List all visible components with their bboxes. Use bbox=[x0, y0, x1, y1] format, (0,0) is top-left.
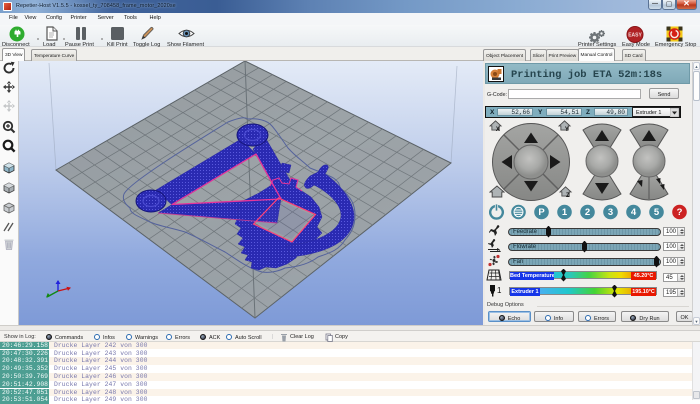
svg-text:1: 1 bbox=[497, 286, 502, 295]
svg-text:1: 1 bbox=[562, 207, 568, 218]
svg-text:EASY: EASY bbox=[628, 33, 642, 39]
svg-text:4: 4 bbox=[631, 207, 637, 218]
svg-text:5: 5 bbox=[654, 207, 660, 218]
svg-text:P: P bbox=[538, 207, 545, 218]
svg-text:3: 3 bbox=[608, 207, 613, 218]
svg-text:?: ? bbox=[677, 207, 683, 218]
svg-text:2: 2 bbox=[585, 207, 590, 218]
